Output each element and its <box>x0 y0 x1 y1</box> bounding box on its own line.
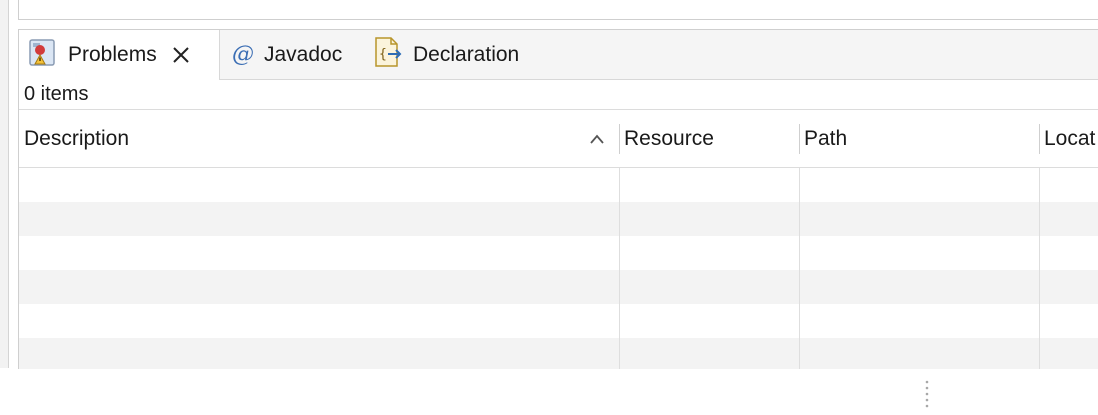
tab-problems-label: Problems <box>68 43 157 66</box>
svg-text:{: { <box>379 47 387 62</box>
column-header-resource[interactable]: Resource <box>619 110 799 167</box>
declaration-icon: { <box>373 36 403 74</box>
column-header-description[interactable]: Description <box>19 110 619 167</box>
problems-view: Problems @ Javadoc { Declaration 0 items… <box>18 29 1098 369</box>
problems-icon <box>28 37 58 73</box>
close-icon[interactable] <box>171 45 191 65</box>
resize-handle[interactable] <box>925 380 929 410</box>
column-header-location[interactable]: Locat <box>1039 110 1098 167</box>
view-tab-bar: Problems @ Javadoc { Declaration <box>19 30 1098 80</box>
item-count-label: 0 items <box>24 83 89 105</box>
table-body <box>19 168 1098 369</box>
table-row <box>19 270 1098 304</box>
tab-javadoc-label: Javadoc <box>264 42 343 66</box>
upper-editor-area <box>18 0 1098 20</box>
table-row <box>19 236 1098 270</box>
javadoc-at-icon: @ <box>232 42 254 67</box>
table-row <box>19 338 1098 369</box>
tab-problems[interactable]: Problems <box>19 30 220 80</box>
problems-table: Description Resource Path Locat <box>19 109 1098 369</box>
gutter-divider <box>8 0 9 368</box>
table-row <box>19 202 1098 236</box>
column-grid-line <box>1039 168 1040 369</box>
column-header-path[interactable]: Path <box>799 110 1039 167</box>
column-grid-line <box>799 168 800 369</box>
left-editor-gutter <box>0 0 8 368</box>
tab-declaration[interactable]: { Declaration <box>373 30 553 79</box>
table-header: Description Resource Path Locat <box>19 110 1098 168</box>
table-row <box>19 304 1098 338</box>
table-row <box>19 168 1098 202</box>
sort-ascending-icon <box>589 132 605 150</box>
tab-declaration-label: Declaration <box>413 42 520 66</box>
column-grid-line <box>619 168 620 369</box>
tab-javadoc[interactable]: @ Javadoc <box>232 30 362 79</box>
